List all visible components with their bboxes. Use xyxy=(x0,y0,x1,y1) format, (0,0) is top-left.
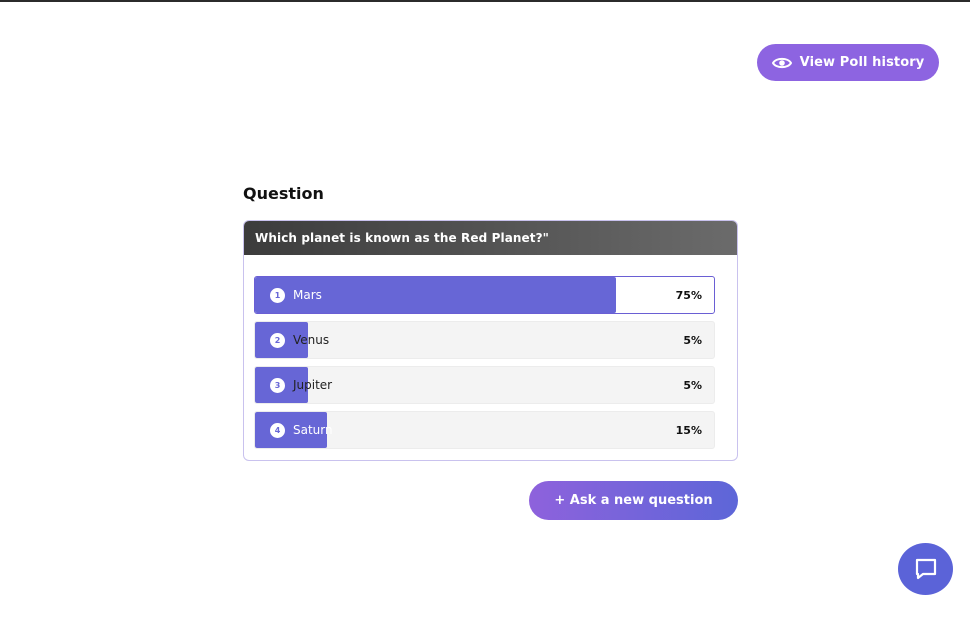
ask-new-question-button[interactable]: + Ask a new question xyxy=(529,481,738,520)
chat-bubble-icon xyxy=(915,558,936,580)
poll-question-text: Which planet is known as the Red Planet?… xyxy=(244,221,737,255)
option-percent: 15% xyxy=(675,423,702,437)
option-label: Saturn xyxy=(293,423,333,437)
option-label: Mars xyxy=(293,288,322,302)
top-divider xyxy=(0,0,970,2)
option-number-badge: 1 xyxy=(270,288,285,303)
option-label: Jupiter xyxy=(293,378,333,392)
option-percent: 5% xyxy=(683,333,702,347)
option-number-badge: 4 xyxy=(270,423,285,438)
poll-card: Which planet is known as the Red Planet?… xyxy=(243,220,738,461)
eye-icon xyxy=(771,57,792,68)
option-percent: 5% xyxy=(683,378,702,392)
poll-option-mars[interactable]: 1 Mars 75% xyxy=(254,276,715,314)
poll-page: View Poll history Question Which planet … xyxy=(0,0,970,620)
poll-option-venus[interactable]: 2 Venus 5% xyxy=(254,321,715,359)
chat-button[interactable] xyxy=(898,543,953,595)
option-number-badge: 3 xyxy=(270,378,285,393)
question-heading: Question xyxy=(243,184,324,203)
poll-option-jupiter[interactable]: 3 Jupiter 5% xyxy=(254,366,715,404)
poll-option-saturn[interactable]: 4 Saturn 15% xyxy=(254,411,715,449)
view-poll-history-label: View Poll history xyxy=(799,55,925,70)
option-label: Venus xyxy=(293,333,330,347)
option-number-badge: 2 xyxy=(270,333,285,348)
view-poll-history-button[interactable]: View Poll history xyxy=(757,44,939,81)
option-percent: 75% xyxy=(675,288,702,302)
